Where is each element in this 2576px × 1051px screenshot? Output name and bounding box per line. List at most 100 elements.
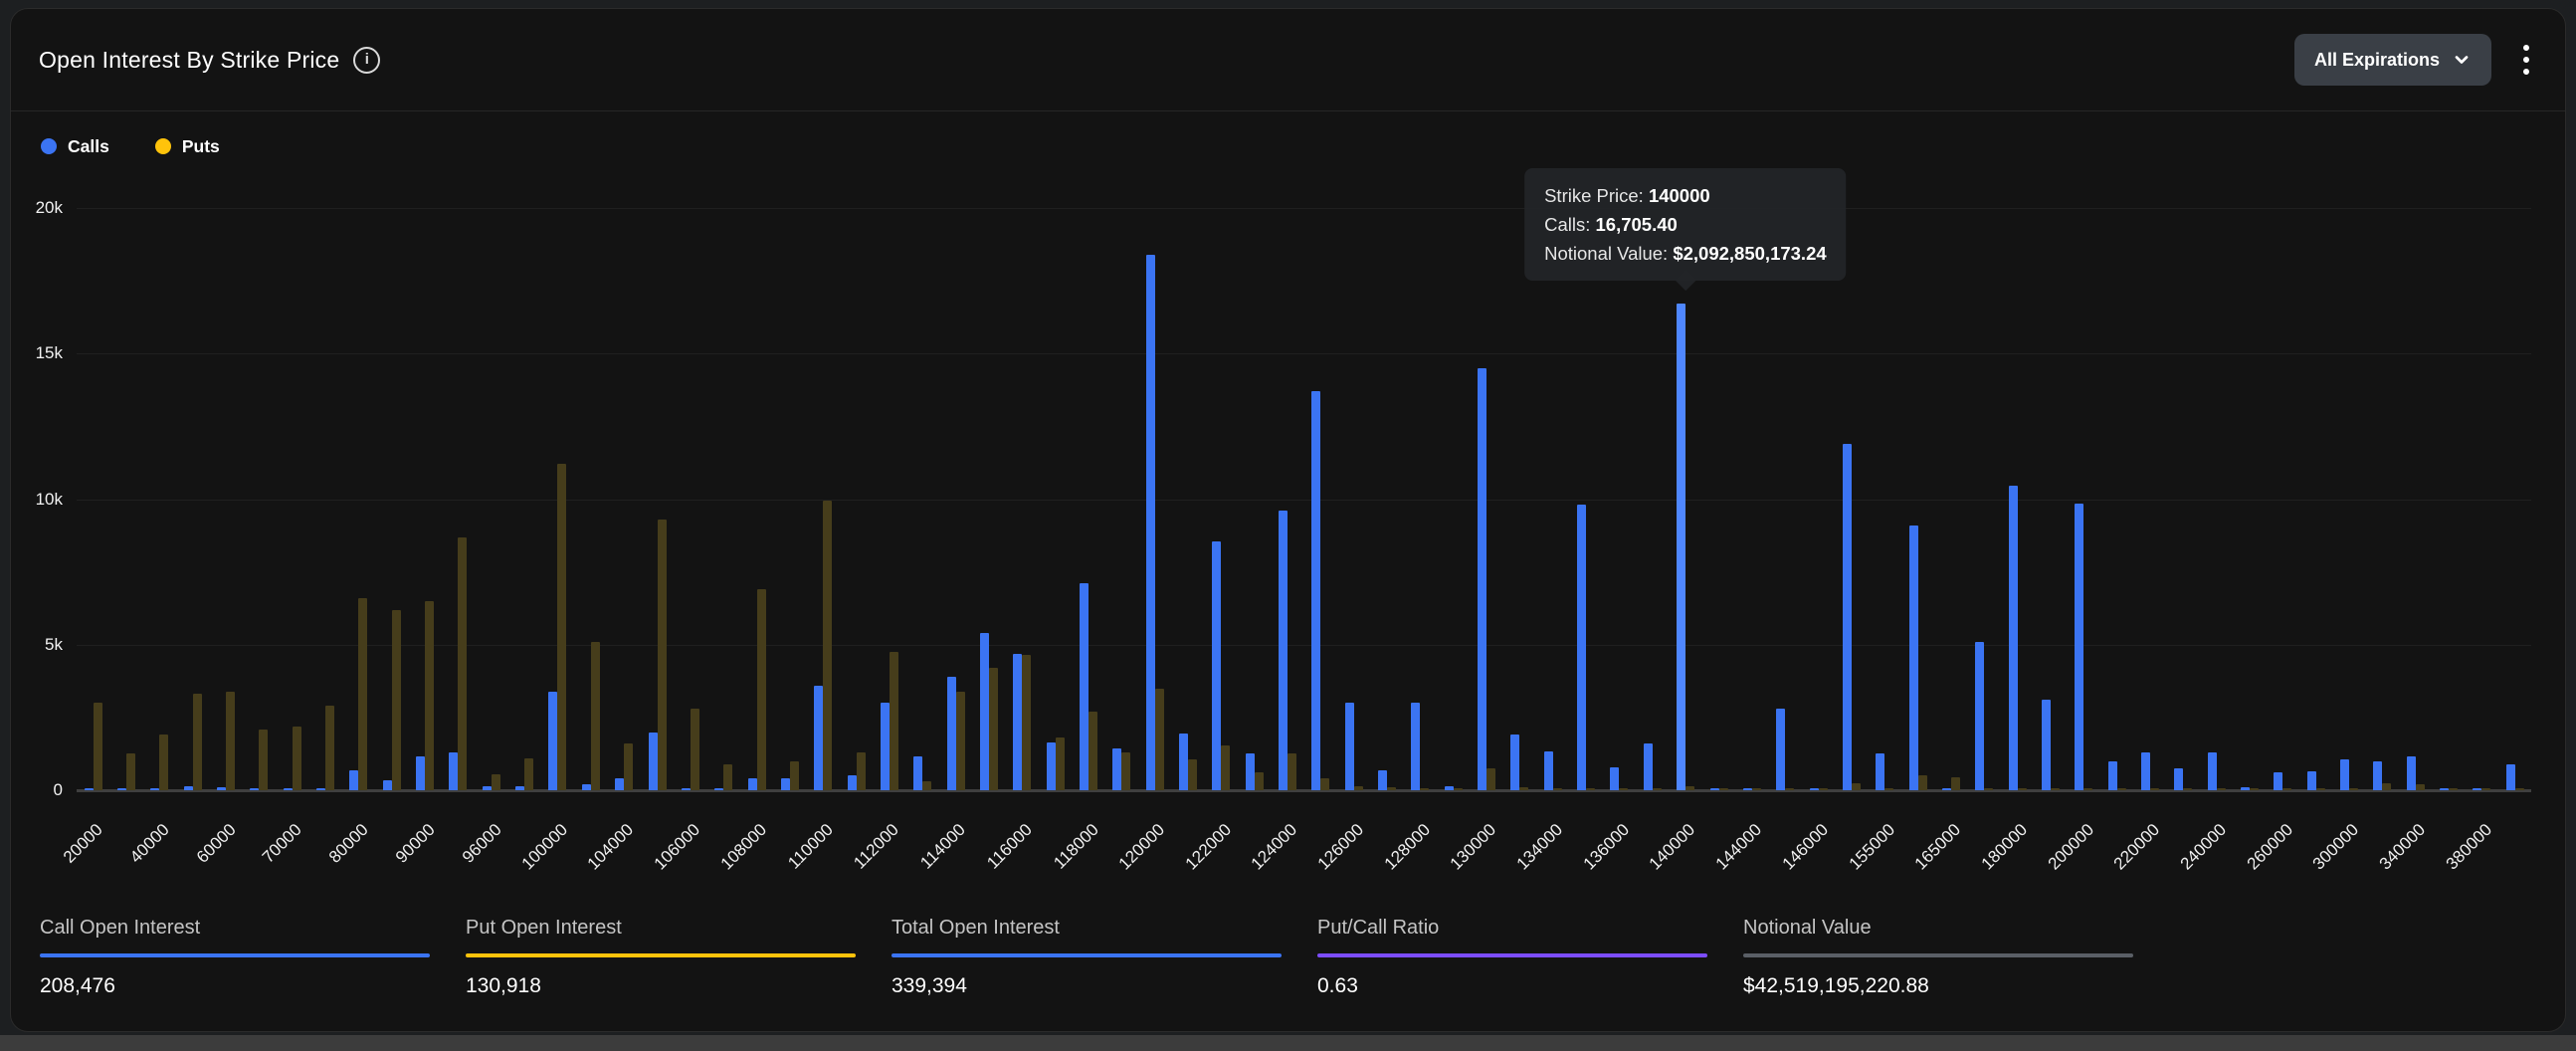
bar-group-116000[interactable]: 116000: [1006, 208, 1039, 790]
bar-group[interactable]: [1636, 208, 1669, 790]
bar-group-134000[interactable]: 134000: [1536, 208, 1569, 790]
puts-bar[interactable]: [624, 743, 633, 790]
bar-group-340000[interactable]: 340000: [2399, 208, 2432, 790]
calls-bar[interactable]: [1577, 505, 1586, 790]
calls-bar[interactable]: [2141, 752, 2150, 790]
bar-group[interactable]: [2167, 208, 2200, 790]
calls-bar[interactable]: [1013, 654, 1022, 790]
puts-bar[interactable]: [1951, 777, 1960, 790]
puts-bar[interactable]: [1288, 753, 1296, 790]
puts-bar[interactable]: [922, 781, 931, 790]
calls-bar[interactable]: [881, 703, 890, 790]
calls-bar[interactable]: [383, 780, 392, 790]
bar-group-114000[interactable]: 114000: [939, 208, 972, 790]
bar-group-80000[interactable]: 80000: [342, 208, 375, 790]
puts-bar[interactable]: [1089, 712, 1097, 790]
calls-bar[interactable]: [117, 788, 126, 790]
calls-bar[interactable]: [1544, 751, 1553, 790]
calls-bar[interactable]: [284, 788, 293, 790]
bar-group-112000[interactable]: 112000: [873, 208, 905, 790]
bar-group[interactable]: [1569, 208, 1602, 790]
calls-bar[interactable]: [848, 775, 857, 790]
bar-group[interactable]: [2233, 208, 2266, 790]
puts-bar[interactable]: [2515, 788, 2524, 790]
calls-bar[interactable]: [2473, 788, 2481, 790]
calls-bar[interactable]: [615, 778, 624, 790]
bar-group-180000[interactable]: 180000: [2001, 208, 2034, 790]
calls-bar[interactable]: [150, 788, 159, 790]
bar-group[interactable]: [2034, 208, 2067, 790]
bar-group[interactable]: [243, 208, 276, 790]
puts-bar[interactable]: [2150, 788, 2159, 790]
bar-group-106000[interactable]: 106000: [674, 208, 706, 790]
bar-group-104000[interactable]: 104000: [608, 208, 641, 790]
bar-group[interactable]: [1901, 208, 1934, 790]
calls-bar[interactable]: [2274, 772, 2282, 790]
puts-bar[interactable]: [1586, 788, 1595, 790]
puts-bar[interactable]: [1354, 786, 1363, 790]
bar-group[interactable]: [840, 208, 873, 790]
calls-bar[interactable]: [582, 784, 591, 790]
bar-group-126000[interactable]: 126000: [1337, 208, 1370, 790]
puts-bar[interactable]: [1553, 788, 1562, 790]
calls-bar[interactable]: [449, 752, 458, 790]
bar-group-60000[interactable]: 60000: [209, 208, 242, 790]
bar-group[interactable]: [176, 208, 209, 790]
calls-bar[interactable]: [1378, 770, 1387, 790]
puts-bar[interactable]: [2481, 788, 2490, 790]
info-icon[interactable]: i: [353, 47, 380, 74]
puts-bar[interactable]: [2349, 788, 2358, 790]
puts-bar[interactable]: [1884, 788, 1893, 790]
bar-group[interactable]: [1437, 208, 1470, 790]
puts-bar[interactable]: [94, 703, 102, 790]
calls-bar[interactable]: [1080, 583, 1089, 790]
calls-bar[interactable]: [1644, 743, 1653, 790]
bar-group[interactable]: [1105, 208, 1138, 790]
calls-bar[interactable]: [2108, 761, 2117, 790]
puts-bar[interactable]: [1819, 788, 1828, 790]
calls-bar[interactable]: [748, 778, 757, 790]
bar-group-110000[interactable]: 110000: [807, 208, 840, 790]
calls-bar[interactable]: [316, 788, 325, 790]
calls-bar[interactable]: [814, 686, 823, 790]
bar-group-136000[interactable]: 136000: [1603, 208, 1636, 790]
puts-bar[interactable]: [1454, 788, 1463, 790]
puts-bar[interactable]: [691, 709, 699, 790]
puts-bar[interactable]: [557, 464, 566, 790]
puts-bar[interactable]: [2316, 788, 2325, 790]
bar-group[interactable]: [1370, 208, 1403, 790]
calls-bar[interactable]: [416, 756, 425, 790]
bar-group-118000[interactable]: 118000: [1072, 208, 1104, 790]
bar-group[interactable]: [2498, 208, 2531, 790]
puts-bar[interactable]: [658, 520, 667, 790]
calls-bar[interactable]: [714, 788, 723, 790]
bar-group[interactable]: [972, 208, 1005, 790]
bar-group-220000[interactable]: 220000: [2133, 208, 2166, 790]
puts-bar[interactable]: [2083, 788, 2092, 790]
bar-group[interactable]: [1835, 208, 1868, 790]
puts-bar[interactable]: [1619, 788, 1628, 790]
puts-bar[interactable]: [2382, 783, 2391, 790]
calls-bar[interactable]: [483, 786, 492, 790]
calls-bar[interactable]: [1510, 735, 1519, 790]
bar-group[interactable]: [308, 208, 341, 790]
puts-bar[interactable]: [1685, 786, 1694, 790]
bar-group-165000[interactable]: 165000: [1934, 208, 1967, 790]
bar-group[interactable]: [507, 208, 540, 790]
calls-bar[interactable]: [2042, 700, 2051, 790]
bar-group[interactable]: [2100, 208, 2133, 790]
calls-bar[interactable]: [217, 787, 226, 791]
bar-group[interactable]: [2299, 208, 2332, 790]
puts-bar[interactable]: [1984, 788, 1993, 790]
calls-bar[interactable]: [1279, 511, 1288, 790]
calls-bar[interactable]: [2440, 788, 2449, 790]
bar-group[interactable]: [1171, 208, 1204, 790]
puts-bar[interactable]: [425, 601, 434, 790]
bar-group[interactable]: [1238, 208, 1271, 790]
puts-bar[interactable]: [1188, 759, 1197, 790]
calls-bar[interactable]: [1942, 788, 1951, 790]
puts-bar[interactable]: [1387, 787, 1396, 790]
bar-group-240000[interactable]: 240000: [2200, 208, 2233, 790]
bar-group[interactable]: [1769, 208, 1802, 790]
puts-bar[interactable]: [989, 668, 998, 790]
